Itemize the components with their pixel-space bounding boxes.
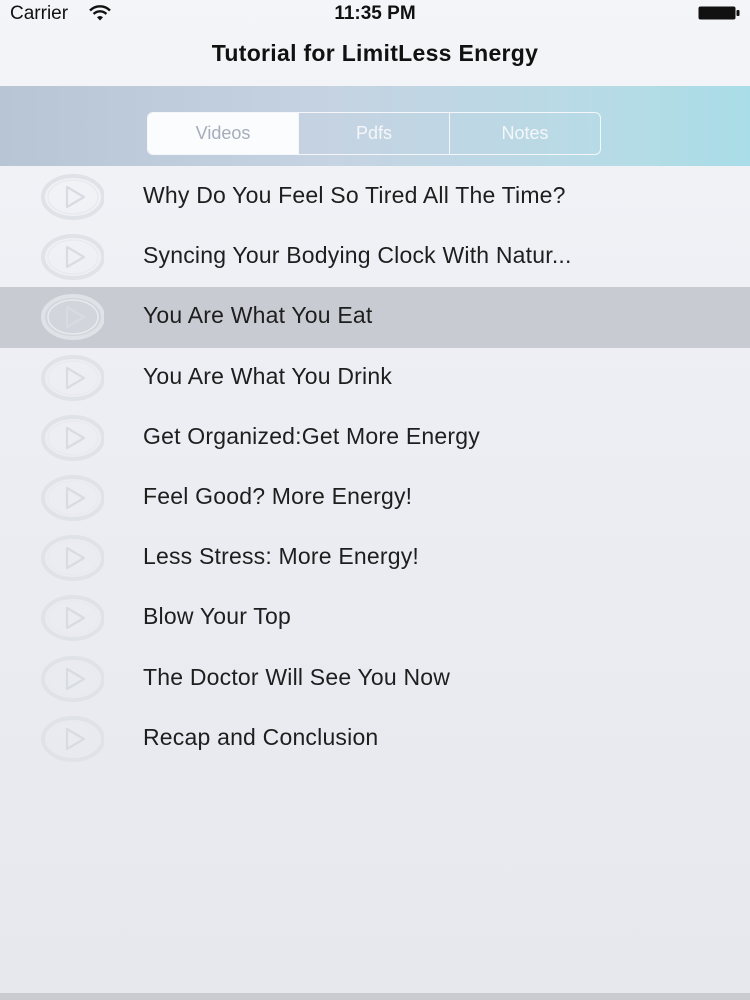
clock-label: 11:35 PM <box>334 3 416 24</box>
list-item[interactable]: Feel Good? More Energy! <box>0 468 750 528</box>
play-circle-icon[interactable] <box>40 474 104 521</box>
play-circle-icon[interactable] <box>40 655 104 702</box>
play-circle-icon[interactable] <box>40 294 104 341</box>
list-item[interactable]: Syncing Your Bodying Clock With Natur... <box>0 227 750 287</box>
list-item[interactable]: You Are What You Drink <box>0 348 750 408</box>
play-circle-icon[interactable] <box>40 174 104 220</box>
app-screen: Carrier 11:35 PM Tutorial for LimitLess … <box>0 0 750 1000</box>
list-item[interactable]: Get Organized:Get More Energy <box>0 408 750 468</box>
list-item[interactable]: Less Stress: More Energy! <box>0 528 750 588</box>
list-item[interactable]: You Are What You Eat <box>0 287 750 348</box>
tab-pdfs[interactable]: Pdfs <box>298 113 449 154</box>
play-circle-icon[interactable] <box>40 414 104 461</box>
list-item[interactable]: Recap and Conclusion <box>0 709 750 769</box>
play-circle-icon[interactable] <box>40 354 104 401</box>
video-title: Get Organized:Get More Energy <box>143 422 480 449</box>
video-title: Syncing Your Bodying Clock With Natur... <box>143 242 572 269</box>
list-item[interactable]: The Doctor Will See You Now <box>0 649 750 709</box>
segmented-control: Videos Pdfs Notes <box>147 112 601 155</box>
video-title: Why Do You Feel So Tired All The Time? <box>143 182 566 208</box>
tab-videos-label: Videos <box>195 123 251 143</box>
tab-videos[interactable]: Videos <box>148 113 298 154</box>
play-circle-icon[interactable] <box>40 595 104 642</box>
tab-pdfs-label: Pdfs <box>355 123 393 143</box>
status-bar: Carrier 11:35 PM <box>0 0 750 28</box>
play-circle-icon[interactable] <box>40 715 104 762</box>
play-circle-icon[interactable] <box>40 535 104 582</box>
segment-bar: Videos Pdfs Notes <box>0 86 750 166</box>
tab-notes[interactable]: Notes <box>449 113 600 154</box>
video-title: The Doctor Will See You Now <box>143 663 451 690</box>
list-item[interactable]: Why Do You Feel So Tired All The Time? <box>0 167 750 227</box>
video-title: You Are What You Eat <box>143 302 373 329</box>
page-title: Tutorial for LimitLess Energy <box>211 40 539 66</box>
video-title: Recap and Conclusion <box>143 723 379 750</box>
list-item[interactable]: Blow Your Top <box>0 588 750 648</box>
video-title: Feel Good? More Energy! <box>143 482 413 509</box>
video-title: You Are What You Drink <box>143 362 393 389</box>
video-title: Blow Your Top <box>143 603 291 630</box>
tab-notes-label: Notes <box>501 123 549 143</box>
play-circle-icon[interactable] <box>40 234 104 281</box>
bottom-edge <box>0 993 750 1000</box>
video-list: Why Do You Feel So Tired All The Time? Sy… <box>0 167 750 769</box>
battery-icon <box>698 6 740 20</box>
video-title: Less Stress: More Energy! <box>143 543 419 570</box>
